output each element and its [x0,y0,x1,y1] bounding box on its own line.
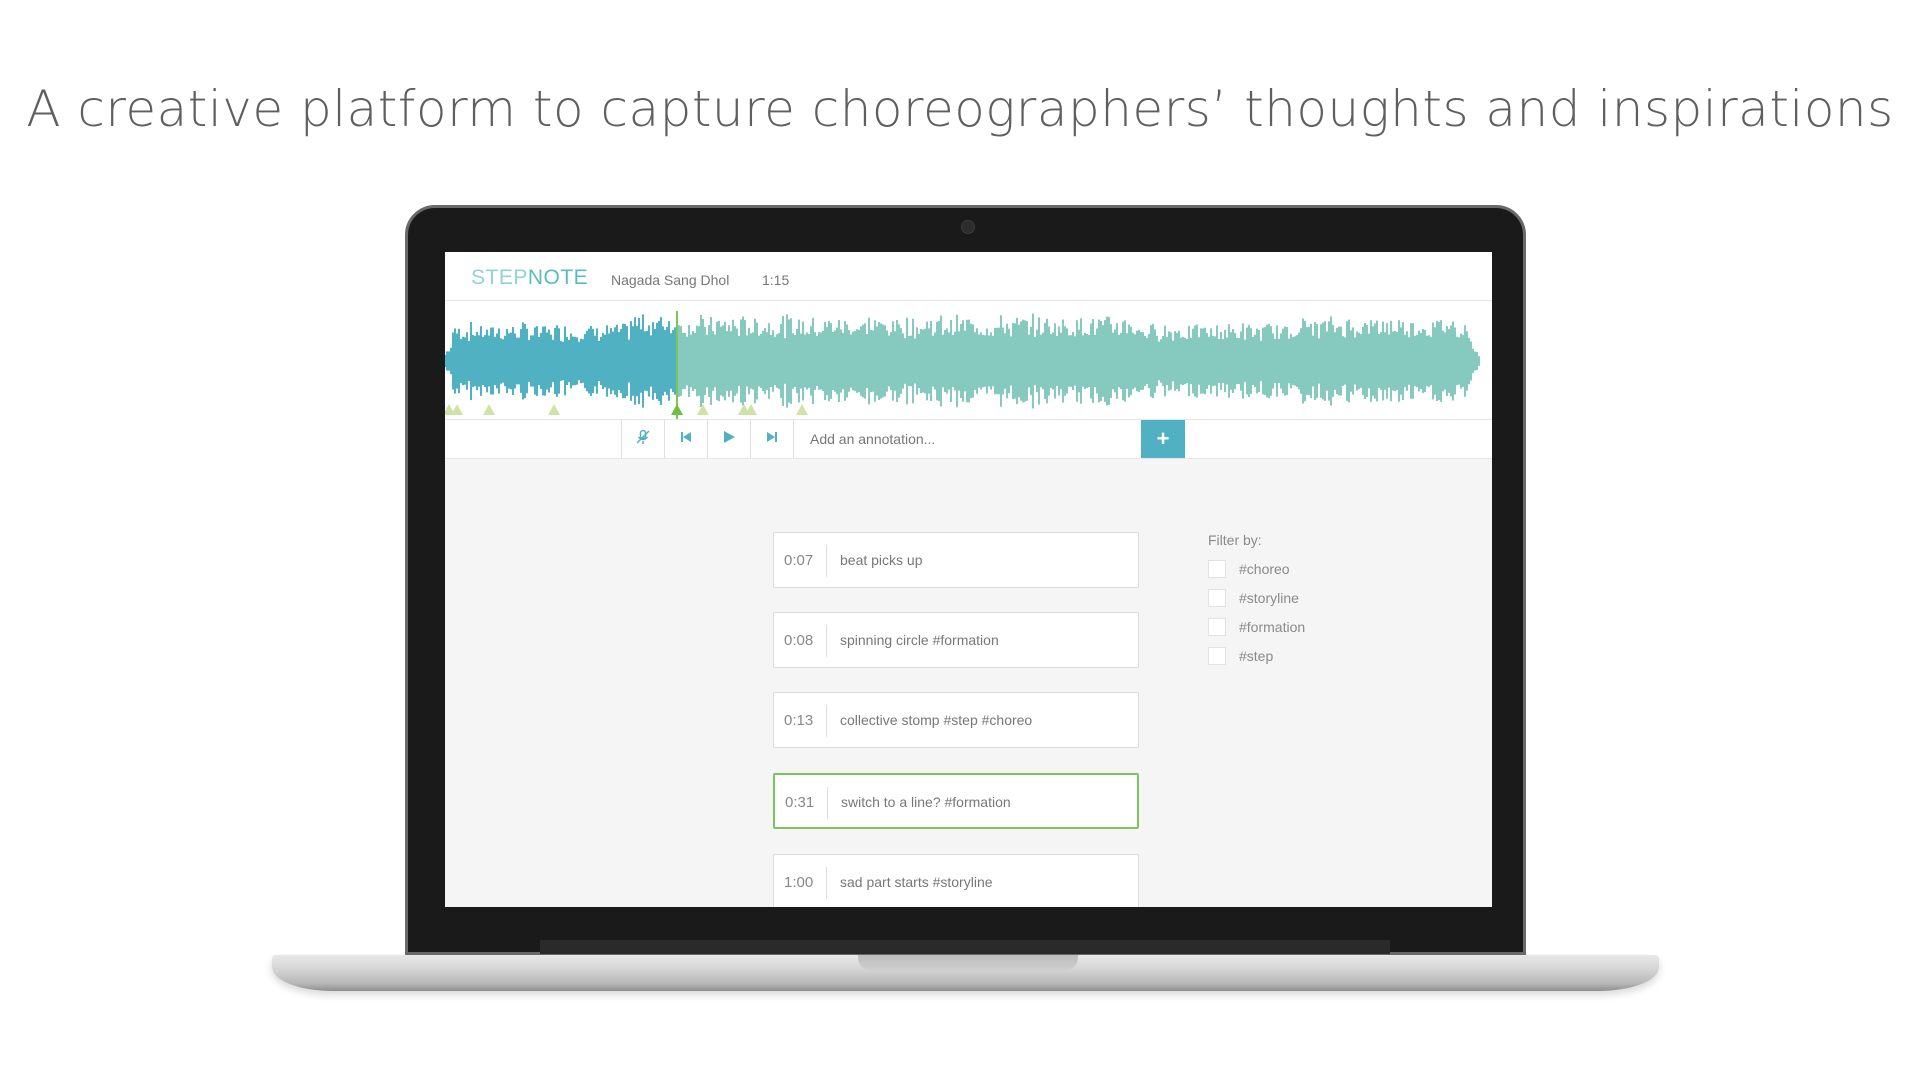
annotation-text: sad part starts #storyline [840,874,993,890]
filter-storyline[interactable]: #storyline [1208,585,1299,614]
filter-checkbox[interactable] [1208,589,1226,607]
player-controls: + [445,419,1492,459]
logo-note: NOTE [527,266,589,289]
annotation-marker-active[interactable] [671,404,683,415]
play-icon [722,430,736,449]
filter-panel: Filter by: #choreo #storyline #formation… [1208,532,1305,672]
skip-forward-icon [765,430,779,449]
logo-step: STEP [471,266,528,289]
annotation-input[interactable] [793,420,1141,458]
annotation-text: beat picks up [840,552,923,568]
annotation-markers[interactable] [445,402,1492,418]
mic-button[interactable] [621,420,664,458]
filter-tag-label: #step [1239,648,1274,664]
song-duration: 1:15 [762,272,790,288]
annotation-item[interactable]: 0:07 beat picks up [773,532,1139,588]
filter-tag-label: #choreo [1239,561,1290,577]
skip-back-icon [679,430,693,449]
app-logo: STEPNOTE [471,266,588,290]
add-annotation-button[interactable]: + [1141,420,1185,458]
annotation-item[interactable]: 0:13 collective stomp #step #choreo [773,692,1139,748]
filter-tag-label: #formation [1239,619,1306,635]
annotation-marker[interactable] [697,404,709,415]
annotation-text: switch to a line? #formation [841,794,1011,810]
filter-tag-label: #storyline [1239,590,1299,606]
annotation-item[interactable]: 1:00 sad part starts #storyline [773,854,1139,907]
filter-choreo[interactable]: #choreo [1208,556,1290,585]
laptop-notch [858,955,1078,971]
annotation-time: 1:00 [774,867,827,899]
app-screen: STEPNOTE Nagada Sang Dhol 1:15 Add an an… [445,252,1492,907]
filter-checkbox[interactable] [1208,560,1226,578]
annotation-time: 0:07 [774,545,827,577]
next-button[interactable] [750,420,793,458]
mic-off-icon [635,429,651,450]
filter-formation[interactable]: #formation [1208,614,1305,643]
annotation-marker[interactable] [451,404,463,415]
annotation-time: 0:08 [774,625,827,657]
annotation-time: 0:13 [774,705,827,737]
annotation-text: spinning circle #formation [840,632,999,648]
annotation-marker[interactable] [548,404,560,415]
camera-icon [961,220,975,234]
annotation-item-active[interactable]: 0:31 switch to a line? #formation [773,773,1139,829]
filter-label: Filter by: [1208,532,1262,548]
play-button[interactable] [707,420,750,458]
app-header: STEPNOTE Nagada Sang Dhol 1:15 [445,252,1492,301]
song-title: Nagada Sang Dhol [611,272,730,288]
laptop-hinge [540,940,1390,954]
annotation-item[interactable]: 0:08 spinning circle #formation [773,612,1139,668]
annotation-marker[interactable] [483,404,495,415]
filter-step[interactable]: #step [1208,643,1273,672]
filter-checkbox[interactable] [1208,647,1226,665]
previous-button[interactable] [664,420,707,458]
filter-checkbox[interactable] [1208,618,1226,636]
annotation-marker[interactable] [796,404,808,415]
annotation-text: collective stomp #step #choreo [840,712,1033,728]
annotation-time: 0:31 [775,787,828,819]
headline: A creative platform to capture choreogra… [26,80,1894,138]
